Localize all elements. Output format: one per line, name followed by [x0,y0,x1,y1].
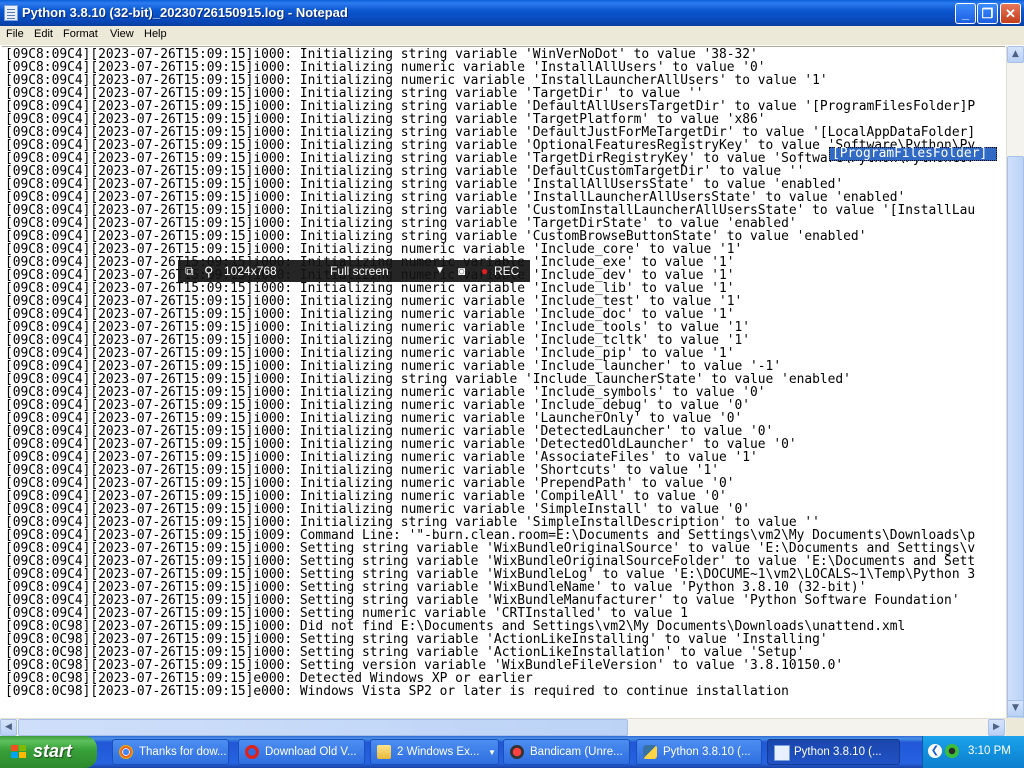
vertical-scroll-thumb[interactable] [1007,156,1024,736]
maximize-button[interactable]: ❐ [977,3,998,24]
horizontal-scrollbar[interactable]: ◀ ▶ [0,718,1006,736]
taskbar-item-label: 2 Windows Ex... [397,746,480,758]
rec-label[interactable]: REC [494,264,519,278]
taskbar: start Thanks for dow... Download Old V..… [0,736,1024,768]
scroll-right-icon[interactable]: ▶ [988,719,1005,736]
taskbar-item-label: Bandicam (Unre... [530,746,623,758]
clock[interactable]: 3:10 PM [968,745,1011,757]
chevron-down-icon[interactable]: ▼ [435,265,445,276]
menu-format[interactable]: Format [63,28,98,40]
resolution-label: 1024x768 [224,264,277,278]
scroll-left-icon[interactable]: ◀ [0,719,17,736]
python-installer-icon [643,745,657,759]
notepad-icon[interactable] [4,5,18,21]
menu-edit[interactable]: Edit [34,28,53,40]
capture-mode-label[interactable]: Full screen [330,264,389,278]
scroll-up-icon[interactable]: ▲ [1007,46,1024,63]
menu-view[interactable]: View [110,28,134,40]
start-label: start [33,741,73,761]
title-bar[interactable]: Python 3.8.10 (32-bit)_20230726150915.lo… [0,0,1024,26]
vertical-scrollbar[interactable]: ▲ ▼ [1006,46,1024,736]
minimize-button[interactable]: _ [955,3,976,24]
record-dot-icon[interactable]: ● [481,264,488,278]
text-editor[interactable]: [09C8:09C4][2023-07-26T15:09:15]i000: In… [2,46,1005,719]
chrome-icon [119,745,133,759]
menu-file[interactable]: File [6,28,24,40]
menu-bar: File Edit Format View Help [0,26,1024,45]
camera-icon[interactable]: ◙ [458,264,465,278]
taskbar-item-label: Thanks for dow... [139,746,227,758]
bandicam-icon [510,745,524,759]
windows-logo-icon [11,745,27,759]
tray-app-icon[interactable] [945,744,959,758]
tray-expand-icon[interactable]: ❮ [928,744,942,758]
chevron-down-icon: ▼ [488,748,496,757]
window-title: Python 3.8.10 (32-bit)_20230726150915.lo… [22,5,348,20]
opera-icon [245,745,259,759]
taskbar-item-opera[interactable]: Download Old V... [238,739,365,765]
taskbar-item-python-installer[interactable]: Python 3.8.10 (... [636,739,762,765]
taskbar-item-label: Python 3.8.10 (... [794,746,882,758]
log-line: [09C8:0C98][2023-07-26T15:09:15]e000: Wi… [5,684,789,699]
close-button[interactable]: ✕ [1000,3,1021,24]
window-mode-icon[interactable]: ⧉ [185,264,194,279]
search-icon[interactable]: ⚲ [204,264,214,280]
taskbar-item-label: Download Old V... [265,746,357,758]
taskbar-item-notepad[interactable]: Python 3.8.10 (... [767,739,900,765]
taskbar-item-chrome[interactable]: Thanks for dow... [112,739,229,765]
taskbar-item-explorer[interactable]: 2 Windows Ex... ▼ [370,739,499,765]
menu-help[interactable]: Help [144,28,167,40]
scroll-corner [1006,718,1024,736]
log-text: [09C8:09C4][2023-07-26T15:09:15]i000: In… [5,48,975,698]
selected-text: [ProgramFilesFolder] [832,146,988,161]
horizontal-scroll-thumb[interactable] [18,719,628,736]
taskbar-item-bandicam[interactable]: Bandicam (Unre... [503,739,630,765]
notepad-icon [774,745,790,761]
bandicam-toolbar[interactable]: ⧉ ⚲ 1024x768 Full screen ▼ ◙ ● REC [178,260,530,282]
folder-icon [377,745,391,759]
taskbar-item-label: Python 3.8.10 (... [663,746,751,758]
scroll-down-icon[interactable]: ▼ [1007,700,1024,717]
start-button[interactable]: start [0,736,97,768]
